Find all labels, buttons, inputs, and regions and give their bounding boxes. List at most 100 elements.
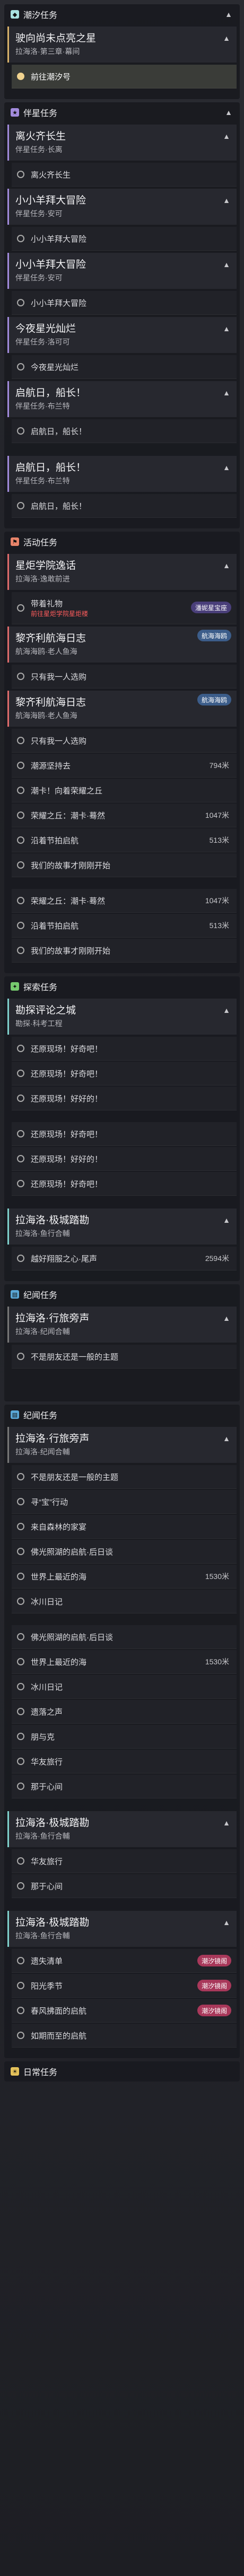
quest-step[interactable]: 遗失清单 潮汐镜阁	[12, 1949, 237, 1973]
quest-step[interactable]: 沿着节拍启航 513米	[12, 914, 237, 938]
quest-card[interactable]: 小小羊拜大冒险 伴星任务·安可 ▲	[7, 189, 237, 225]
quest-card[interactable]: 拉海洛·极城踏勘 拉海洛·鱼行合輔 ▲	[7, 1911, 237, 1947]
quest-card[interactable]: 黎齐利航海日志 航海海鸥·老人鱼海 航海海鸥	[7, 627, 237, 663]
quest-step[interactable]: 寻“宝”行动	[12, 1490, 237, 1514]
quest-step[interactable]: 今夜星光灿烂	[12, 355, 237, 379]
step-label: 那于心间	[31, 1882, 63, 1891]
quest-title: 离火齐长生	[15, 131, 66, 142]
quest-step[interactable]: 如期而至的启航	[12, 2024, 237, 2048]
quest-step[interactable]: 那于心间	[12, 1775, 237, 1798]
radio-icon	[17, 171, 24, 178]
quest-title: 拉海洛·极城踏勘	[15, 1818, 90, 1829]
step-label: 还原现场！好奇吧！	[31, 1130, 103, 1139]
quest-step[interactable]: 来自森林的家宴	[12, 1515, 237, 1539]
quest-step[interactable]: 只有我一人选购	[12, 665, 237, 689]
quest-card[interactable]: 启航日，船长！ 伴星任务·布兰特 ▲	[7, 381, 237, 417]
quest-step[interactable]: 带着礼物 前往星炬学院星炬楼 潘妮星宝座	[12, 592, 237, 624]
quest-card[interactable]: 拉海洛·行旅旁声 拉海洛·纪闻合輔 ▲	[7, 1307, 237, 1343]
quest-step[interactable]: 小小羊拜大冒险	[12, 291, 237, 315]
chevron-up-icon: ▲	[225, 10, 232, 19]
quest-step[interactable]: 佛光照湖的启航·后日谈	[12, 1625, 237, 1649]
radio-icon	[17, 1598, 24, 1605]
quest-step[interactable]: 我们的故事才刚刚开始	[12, 939, 237, 963]
step-label: 越好翔服之心·尾声	[31, 1254, 97, 1264]
radio-icon	[17, 1498, 24, 1505]
quest-step[interactable]: 华友旅行	[12, 1849, 237, 1873]
quest-step[interactable]: 世界上最近的海 1530米	[12, 1650, 237, 1674]
quest-step[interactable]: 只有我一人选购	[12, 729, 237, 753]
quest-step[interactable]: 华友旅行	[12, 1750, 237, 1774]
quest-step[interactable]: 朋与克	[12, 1725, 237, 1749]
quest-card[interactable]: 离火齐长生 伴星任务·长离 ▲	[7, 125, 237, 161]
location-badge: 潮汐镜阁	[197, 2005, 231, 2016]
step-label: 冰川日记	[31, 1682, 63, 1692]
quest-card[interactable]: 今夜星光灿烂 伴星任务·洛可可 ▲	[7, 317, 237, 353]
section-header[interactable]: ▤ 纪闻任务	[4, 1284, 240, 1304]
quest-step[interactable]: 潮卡！向着荣耀之丘	[12, 779, 237, 802]
step-label: 我们的故事才刚刚开始	[31, 861, 111, 870]
quest-card[interactable]: 勘探评论之城 勘探·科考工程 ▲	[7, 999, 237, 1035]
quest-step[interactable]: 前往潮汐号	[12, 65, 237, 89]
quest-step[interactable]: 潮源坚持去 794米	[12, 754, 237, 778]
quest-card[interactable]: 驶向尚未点亮之星 拉海洛·第三章·幕间 ▲	[7, 27, 237, 63]
section-header[interactable]: ◆ 潮汐任务 ▲	[4, 4, 240, 24]
radio-icon	[17, 1353, 24, 1360]
section-header[interactable]: ⚑ 活动任务	[4, 532, 240, 552]
quest-step[interactable]: 遗落之声	[12, 1700, 237, 1724]
quest-step[interactable]: 世界上最近的海 1530米	[12, 1565, 237, 1589]
quest-step[interactable]: 启航日，船长！	[12, 494, 237, 518]
quest-step[interactable]: 越好翔服之心·尾声 2594米	[12, 1247, 237, 1271]
quest-card[interactable]: 拉海洛·行旅旁声 拉海洛·纪闻合輔 ▲	[7, 1427, 237, 1463]
radio-icon	[17, 1783, 24, 1790]
quest-step[interactable]: 那于心间	[12, 1874, 237, 1898]
quest-step[interactable]: 离火齐长生	[12, 163, 237, 187]
step-label: 沿着节拍启航	[31, 836, 79, 845]
quest-step[interactable]: 荣耀之丘：潮卡·蓦然 1047米	[12, 889, 237, 913]
section-header[interactable]: ✦ 探索任务	[4, 976, 240, 996]
quest-step[interactable]: 荣耀之丘：潮卡·蓦然 1047米	[12, 804, 237, 827]
quest-card[interactable]: 拉海洛·极城踏勘 拉海洛·鱼行合輔 ▲	[7, 1208, 237, 1245]
quest-step[interactable]: 我们的故事才刚刚开始	[12, 853, 237, 877]
chevron-up-icon: ▲	[223, 324, 230, 333]
quest-step[interactable]: 小小羊拜大冒险	[12, 227, 237, 251]
quest-step[interactable]: 还原现场！好奇吧！	[12, 1172, 237, 1196]
radio-icon	[17, 1155, 24, 1162]
quest-step[interactable]: 春风拂面的启航 潮汐镜阁	[12, 1999, 237, 2023]
section-header[interactable]: ▤ 纪闻任务	[4, 1405, 240, 1425]
quest-card[interactable]: 星炬学院逸话 拉海洛·逸敢前进 ▲	[7, 554, 237, 590]
radio-icon	[17, 1957, 24, 1964]
chevron-up-icon: ▲	[223, 1216, 230, 1224]
section-header[interactable]: ★ 伴星任务 ▲	[4, 102, 240, 122]
quest-step[interactable]: 沿着节拍启航 513米	[12, 828, 237, 852]
step-label: 那于心间	[31, 1782, 63, 1792]
quest-card[interactable]: 黎齐利航海日志 航海海鸥·老人鱼海 航海海鸥	[7, 691, 237, 727]
chevron-up-icon: ▲	[223, 260, 230, 269]
step-label: 启航日，船长！	[31, 427, 87, 436]
step-label: 佛光照湖的启航·后日谈	[31, 1547, 113, 1557]
quest-step[interactable]: 还原现场！好奇吧！	[12, 1037, 237, 1061]
section-header[interactable]: ☀ 日常任务	[4, 2061, 240, 2081]
quest-card[interactable]: 启航日，船长！ 伴星任务·布兰特 ▲	[7, 456, 237, 492]
quest-step[interactable]: 冰川日记	[12, 1590, 237, 1613]
step-label: 世界上最近的海	[31, 1572, 87, 1582]
chevron-up-icon: ▲	[223, 196, 230, 205]
quest-step[interactable]: 还原现场！好好的！	[12, 1147, 237, 1171]
quest-step[interactable]: 还原现场！好奇吧！	[12, 1062, 237, 1086]
quest-subtitle: 拉海洛·鱼行合輔	[15, 1931, 70, 1940]
quest-step[interactable]: 冰川日记	[12, 1675, 237, 1699]
section-exploration: ✦ 探索任务 勘探评论之城 勘探·科考工程 ▲ 还原现场！好奇吧！ 还原现场！好…	[4, 976, 240, 1281]
quest-title: 驶向尚未点亮之星	[15, 33, 97, 44]
quest-step[interactable]: 不是朋友还是一般的主题	[12, 1465, 237, 1489]
quest-card[interactable]: 拉海洛·极城踏勘 拉海洛·鱼行合輔 ▲	[7, 1811, 237, 1847]
quest-step[interactable]: 启航日，船长！	[12, 419, 237, 443]
step-warning: 前往星炬学院星炬楼	[31, 610, 89, 617]
quest-subtitle: 拉海洛·逸敢前进	[15, 575, 70, 583]
quest-step[interactable]: 佛光照湖的启航·后日谈	[12, 1540, 237, 1564]
quest-step[interactable]: 还原现场！好好的！	[12, 1087, 237, 1110]
quest-step[interactable]: 阳光季节 潮汐镜阁	[12, 1974, 237, 1998]
quest-step[interactable]: 还原现场！好奇吧！	[12, 1122, 237, 1146]
radio-icon	[17, 1095, 24, 1102]
quest-step[interactable]: 不是朋友还是一般的主题	[12, 1345, 237, 1369]
radio-icon	[17, 811, 24, 819]
quest-card[interactable]: 小小羊拜大冒险 伴星任务·安可 ▲	[7, 253, 237, 289]
